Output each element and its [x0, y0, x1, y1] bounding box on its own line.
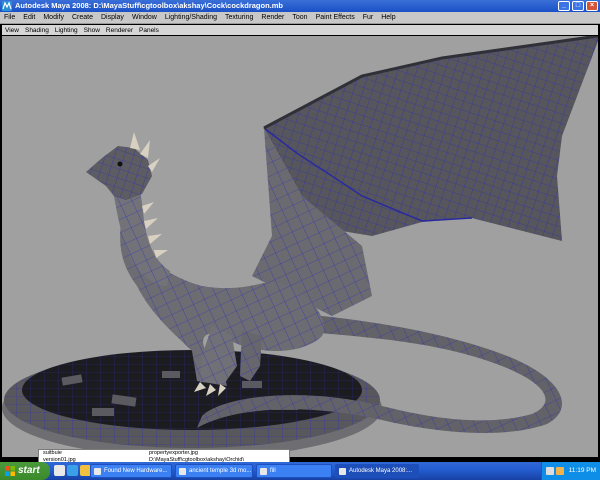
task-found-new-hardware[interactable]: Found New Hardware...: [90, 464, 172, 478]
task-ancient-temple[interactable]: ancient temple 3d mo...: [175, 464, 253, 478]
3d-viewport[interactable]: [2, 36, 598, 457]
menu-texturing[interactable]: Texturing: [221, 14, 257, 21]
volume-icon[interactable]: [556, 467, 564, 475]
menu-toon[interactable]: Toon: [288, 14, 311, 21]
menu-fur[interactable]: Fur: [359, 14, 378, 21]
title-bar: Autodesk Maya 2008: D:\MayaStuff\cgtoolb…: [0, 0, 600, 12]
menu-modify[interactable]: Modify: [39, 14, 68, 21]
panel-menu-show[interactable]: Show: [81, 27, 103, 34]
browser-icon: [179, 468, 186, 475]
menu-lighting-shading[interactable]: Lighting/Shading: [161, 14, 221, 21]
panel-menu-renderer[interactable]: Renderer: [103, 27, 136, 34]
menu-edit[interactable]: Edit: [19, 14, 39, 21]
maya-task-icon: [339, 468, 346, 475]
menu-help[interactable]: Help: [377, 14, 399, 21]
main-menubar: File Edit Modify Create Display Window L…: [0, 12, 600, 24]
menu-window[interactable]: Window: [128, 14, 161, 21]
close-button[interactable]: ×: [586, 1, 598, 11]
dragon-wing: [252, 36, 598, 316]
folder-icon: [260, 468, 267, 475]
menu-file[interactable]: File: [0, 14, 19, 21]
task-fill[interactable]: fill: [256, 464, 332, 478]
quicklaunch-desktop-icon[interactable]: [54, 465, 65, 476]
menu-display[interactable]: Display: [97, 14, 128, 21]
panel-menu-panels[interactable]: Panels: [136, 27, 162, 34]
task-autodesk-maya[interactable]: Autodesk Maya 2008:...: [335, 464, 419, 478]
start-button[interactable]: start: [0, 462, 50, 480]
maximize-button[interactable]: □: [572, 1, 584, 11]
network-icon[interactable]: [546, 467, 554, 475]
panel-menu-shading[interactable]: Shading: [22, 27, 52, 34]
windows-taskbar: start Found New Hardware... ancient temp…: [0, 462, 600, 480]
panel-menubar: View Shading Lighting Show Renderer Pane…: [2, 25, 598, 35]
windows-flag-icon: [5, 466, 15, 476]
menu-paint-effects[interactable]: Paint Effects: [312, 14, 359, 21]
panel-menu-view[interactable]: View: [2, 27, 22, 34]
popup-line-3[interactable]: propertyexporter.jpg: [149, 450, 198, 456]
system-tray: 11:19 PM: [541, 462, 600, 480]
panel-menu-lighting[interactable]: Lighting: [52, 27, 81, 34]
dragon-head: [86, 132, 160, 200]
quicklaunch-browser-icon[interactable]: [67, 465, 78, 476]
hardware-icon: [94, 468, 101, 475]
window-title: Autodesk Maya 2008: D:\MayaStuff\cgtoolb…: [15, 1, 283, 10]
menu-render[interactable]: Render: [257, 14, 288, 21]
minimize-button[interactable]: _: [558, 1, 570, 11]
dragon-model-render: [2, 36, 598, 457]
maya-app-icon: [2, 1, 12, 11]
menu-create[interactable]: Create: [68, 14, 97, 21]
quick-launch: [54, 465, 91, 476]
popup-line-1[interactable]: suitbuie: [43, 450, 62, 456]
start-label: start: [18, 465, 40, 476]
clock[interactable]: 11:19 PM: [569, 467, 596, 474]
